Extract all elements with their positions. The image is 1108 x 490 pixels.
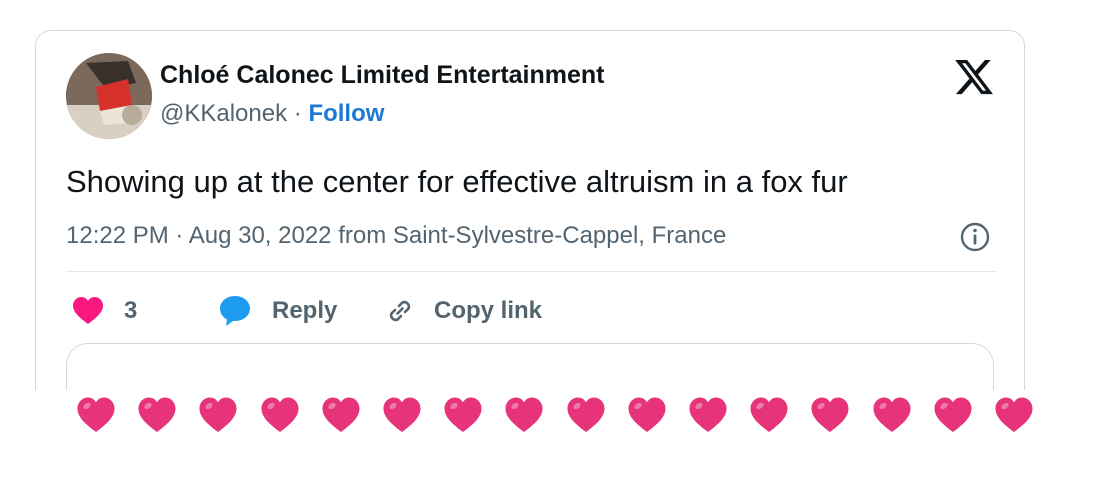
tweet-embed-card: Chloé Calonec Limited Entertainment @KKa…	[35, 30, 1025, 390]
action-bar: 3 Reply Copy link	[66, 291, 996, 331]
heart-emoji-icon	[138, 397, 176, 432]
reply-icon	[220, 296, 250, 326]
heart-emoji-icon	[505, 397, 543, 432]
follow-link[interactable]: Follow	[308, 100, 384, 127]
reply-label: Reply	[272, 297, 338, 324]
heart-emoji-icon	[873, 397, 911, 432]
x-logo-icon[interactable]	[953, 56, 995, 98]
heart-emoji-icon	[383, 397, 421, 432]
avatar[interactable]	[66, 53, 152, 139]
link-icon	[389, 300, 411, 322]
heart-emoji-icon	[199, 397, 237, 432]
author-name[interactable]: Chloé Calonec Limited Entertainment	[160, 61, 605, 90]
info-icon[interactable]	[959, 221, 991, 253]
tweet-timestamp[interactable]: 12:22 PM · Aug 30, 2022 from Saint-Sylve…	[66, 222, 726, 250]
author-meta-row: @KKalonek · Follow	[160, 100, 384, 128]
heart-emoji-icon	[444, 397, 482, 432]
heart-emoji-icon	[689, 397, 727, 432]
tweet-text: Showing up at the center for effective a…	[66, 164, 848, 199]
like-button[interactable]: 3	[72, 291, 137, 331]
heart-emoji-icon	[750, 397, 788, 432]
heart-emoji-icon	[628, 397, 666, 432]
copy-link-button[interactable]: Copy link	[384, 291, 542, 331]
author-handle[interactable]: @KKalonek	[160, 100, 287, 127]
heart-emoji-icon	[811, 397, 849, 432]
reply-button[interactable]: Reply	[218, 291, 337, 331]
hearts-row	[76, 396, 1036, 436]
heart-emoji-icon	[322, 397, 360, 432]
heart-emoji-icon	[77, 397, 115, 432]
like-count: 3	[124, 297, 138, 324]
separator: ·	[287, 100, 309, 127]
read-replies-button[interactable]	[66, 343, 994, 390]
heart-emoji-icon	[995, 397, 1033, 432]
heart-emoji-icon	[567, 397, 605, 432]
heart-emoji-icon	[934, 397, 972, 432]
copy-link-label: Copy link	[434, 297, 543, 324]
divider	[66, 271, 996, 272]
heart-emoji-icon	[261, 397, 299, 432]
heart-icon	[73, 297, 103, 324]
